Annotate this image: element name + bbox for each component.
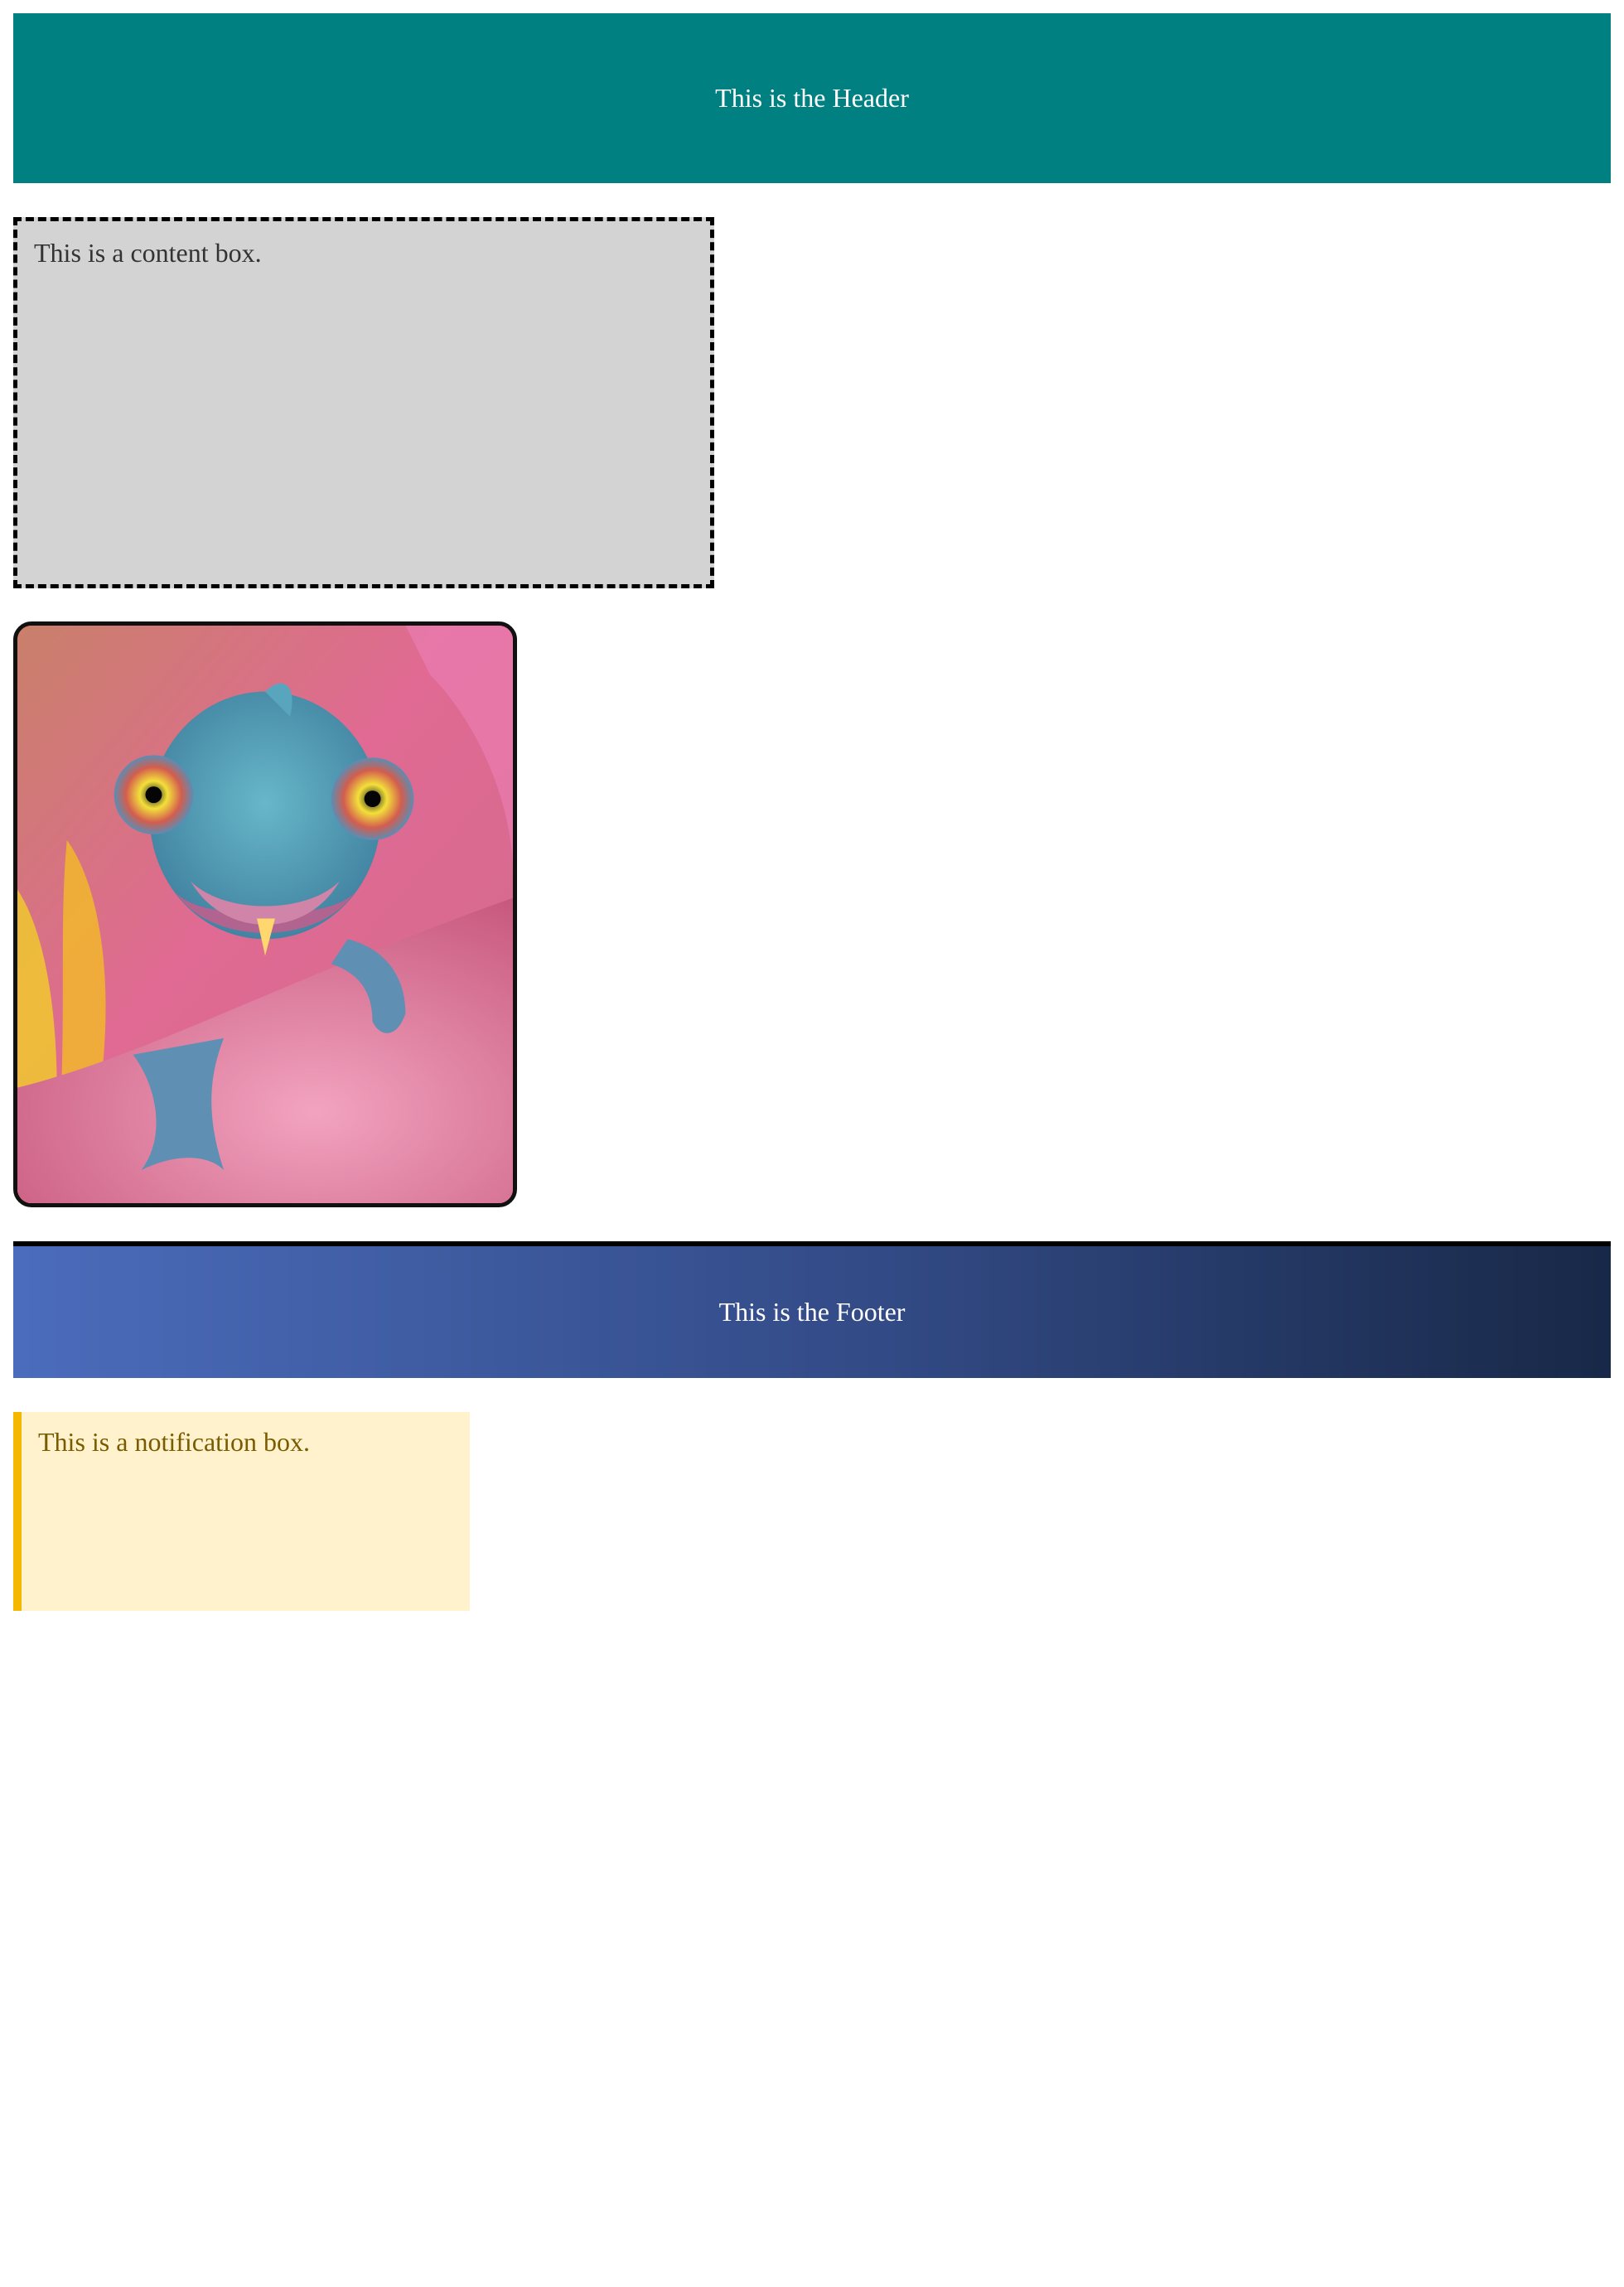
notification-box: This is a notification box.: [13, 1412, 470, 1611]
chameleon-illustration: [17, 626, 513, 1203]
content-box-text: This is a content box.: [34, 238, 262, 268]
notification-text: This is a notification box.: [38, 1427, 310, 1457]
content-box: This is a content box.: [13, 217, 714, 588]
page-header: This is the Header: [13, 13, 1611, 183]
footer-text: This is the Footer: [718, 1297, 906, 1327]
header-text: This is the Header: [715, 83, 909, 113]
chameleon-image: [13, 621, 517, 1207]
page-footer: This is the Footer: [13, 1246, 1611, 1378]
